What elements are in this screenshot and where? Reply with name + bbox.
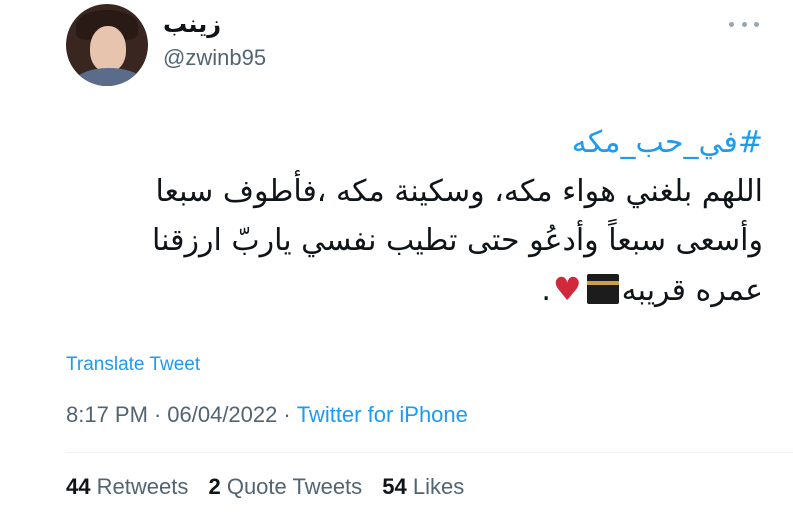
tweet-text: #في_حب_مكه اللهم بلغني هواء مكه، وسكينة … [63, 118, 763, 315]
retweets-stat[interactable]: 44 Retweets [66, 474, 188, 499]
meta-separator: · [283, 402, 291, 427]
divider [66, 452, 793, 453]
quote-tweets-count: 2 [208, 474, 221, 499]
avatar-shoulder [74, 68, 144, 86]
tweet-date[interactable]: 06/04/2022 [167, 402, 277, 427]
kaaba-icon [586, 274, 619, 304]
retweets-label: Retweets [96, 474, 189, 499]
tweet-text-line-2: وأسعى سبعاً وأدعُو حتى تطيب نفسي ياربّ ا… [151, 223, 763, 258]
tweet-card: زينب @zwinb95 #في_حب_مكه اللهم بلغني هوا… [0, 0, 793, 517]
tweet-source-link[interactable]: Twitter for iPhone [297, 402, 468, 427]
meta-separator: · [153, 402, 162, 427]
likes-label: Likes [412, 474, 465, 499]
tweet-text-line-3: عمره قريبه ♥. [63, 265, 763, 315]
quote-tweets-stat[interactable]: 2 Quote Tweets [208, 474, 362, 499]
tweet-text-line-3-words: عمره قريبه [621, 273, 763, 308]
tweet-stats: 44 Retweets 2 Quote Tweets 54 Likes [66, 474, 478, 500]
ellipsis-icon[interactable] [729, 14, 759, 34]
likes-stat[interactable]: 54 Likes [382, 474, 464, 499]
author-handle[interactable]: @zwinb95 [163, 45, 266, 71]
quote-tweets-label: Quote Tweets [226, 474, 363, 499]
tweet-time[interactable]: 8:17 PM [66, 402, 148, 427]
avatar-face [90, 26, 126, 72]
author-display-name[interactable]: زينب [163, 10, 221, 38]
tweet-text-period: . [541, 273, 551, 308]
red-heart-icon: ♥ [552, 270, 582, 308]
translate-tweet-link[interactable]: Translate Tweet [66, 354, 200, 376]
retweets-count: 44 [66, 474, 91, 499]
likes-count: 54 [382, 474, 407, 499]
avatar[interactable] [66, 4, 148, 86]
tweet-metadata: 8:17 PM · 06/04/2022 · Twitter for iPhone [66, 402, 468, 428]
tweet-text-line-1: اللهم بلغني هواء مكه، وسكينة مكه ،فأطوف … [155, 174, 763, 209]
hashtag-link[interactable]: #في_حب_مكه [572, 125, 763, 160]
